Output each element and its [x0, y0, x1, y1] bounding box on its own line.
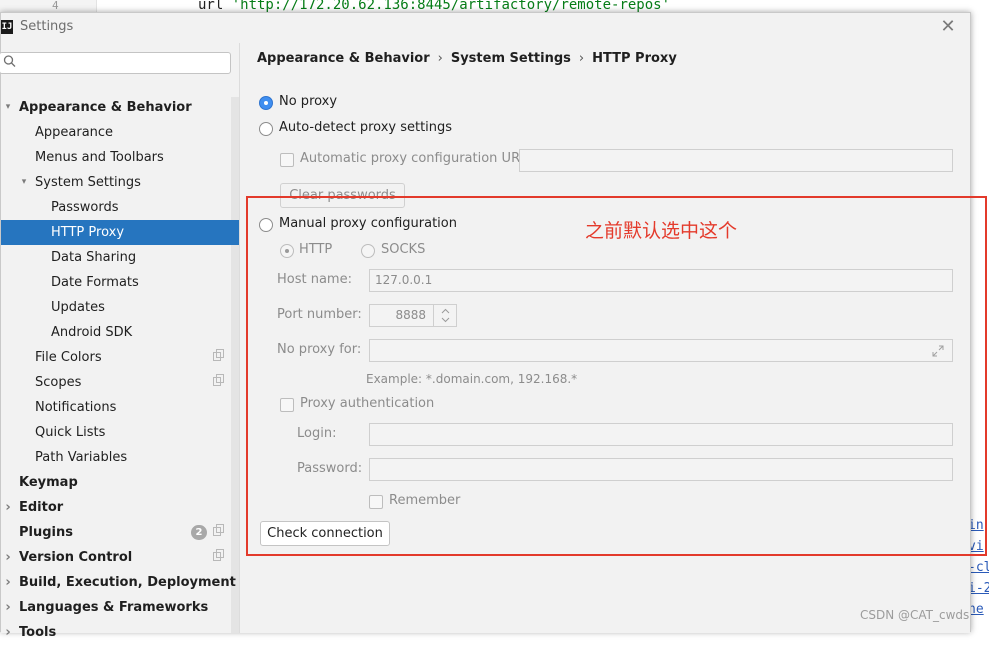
- dialog-title: Settings: [20, 19, 74, 34]
- auto-detect-label[interactable]: Auto-detect proxy settings: [279, 120, 452, 135]
- sidebar-item-menus-and-toolbars[interactable]: Menus and Toolbars: [1, 145, 239, 170]
- sidebar-item-system-settings[interactable]: ▾ System Settings: [1, 170, 239, 195]
- chevron-right-icon[interactable]: ›: [3, 620, 13, 645]
- breadcrumb-item: System Settings: [450, 51, 571, 66]
- sidebar-item-android-sdk[interactable]: Android SDK: [1, 320, 239, 345]
- sidebar-item-label: Appearance: [35, 125, 114, 140]
- sidebar-item-label: Quick Lists: [35, 425, 106, 440]
- sidebar-item-notifications[interactable]: Notifications: [1, 395, 239, 420]
- chevron-right-icon[interactable]: ›: [3, 570, 13, 595]
- sidebar-item-editor[interactable]: › Editor: [1, 495, 239, 520]
- project-level-icon: [213, 524, 224, 536]
- sidebar-item-build-execution-deployment[interactable]: › Build, Execution, Deployment: [1, 570, 239, 595]
- line-number: 4: [52, 0, 59, 12]
- chevron-right-icon[interactable]: ›: [3, 595, 13, 620]
- code-fragment: he: [968, 602, 984, 617]
- sidebar-item-scopes[interactable]: Scopes: [1, 370, 239, 395]
- auto-config-url-label: Automatic proxy configuration URL:: [300, 151, 532, 166]
- dialog-titlebar[interactable]: IJ Settings ✕: [1, 13, 970, 43]
- sidebar-item-plugins[interactable]: Plugins 2: [1, 520, 239, 545]
- sidebar-item-label: Appearance & Behavior: [19, 100, 192, 115]
- chevron-right-icon[interactable]: ›: [3, 545, 13, 570]
- sidebar-item-path-variables[interactable]: Path Variables: [1, 445, 239, 470]
- search-input[interactable]: [0, 52, 231, 74]
- no-proxy-radio[interactable]: [259, 96, 273, 110]
- sidebar-item-label: Languages & Frameworks: [19, 600, 209, 615]
- app-icon: IJ: [1, 20, 13, 34]
- no-proxy-label[interactable]: No proxy: [279, 94, 337, 109]
- breadcrumb-item: HTTP Proxy: [592, 51, 677, 66]
- project-level-icon: [213, 549, 224, 561]
- sidebar-item-keymap[interactable]: Keymap: [1, 470, 239, 495]
- breadcrumb-separator: ›: [437, 51, 443, 66]
- sidebar-item-passwords[interactable]: Passwords: [1, 195, 239, 220]
- sidebar-item-languages-frameworks[interactable]: › Languages & Frameworks: [1, 595, 239, 620]
- chevron-right-icon[interactable]: ›: [3, 495, 13, 520]
- sidebar-item-data-sharing[interactable]: Data Sharing: [1, 245, 239, 270]
- sidebar-item-label: Keymap: [19, 475, 78, 490]
- sidebar-item-tools[interactable]: › Tools: [1, 620, 239, 645]
- sidebar-item-label: Path Variables: [35, 450, 128, 465]
- sidebar-item-version-control[interactable]: › Version Control: [1, 545, 239, 570]
- sidebar-item-label: Updates: [51, 300, 105, 315]
- sidebar-item-appearance-behavior[interactable]: ▾ Appearance & Behavior: [1, 95, 239, 120]
- sidebar-item-label: Android SDK: [51, 325, 133, 340]
- sidebar-item-label: System Settings: [35, 175, 141, 190]
- sidebar-item-label: Notifications: [35, 400, 117, 415]
- sidebar-item-date-formats[interactable]: Date Formats: [1, 270, 239, 295]
- search-icon: [3, 54, 19, 72]
- sidebar-item-label: Editor: [19, 500, 64, 515]
- project-level-icon: [213, 349, 224, 361]
- sidebar-item-updates[interactable]: Updates: [1, 295, 239, 320]
- breadcrumb-separator: ›: [578, 51, 585, 66]
- auto-detect-radio[interactable]: [259, 122, 273, 136]
- sidebar-item-label: Plugins: [19, 525, 73, 540]
- sidebar-item-label: HTTP Proxy: [51, 225, 125, 240]
- sidebar-item-label: Tools: [19, 625, 57, 640]
- watermark: CSDN @CAT_cwds: [860, 608, 970, 622]
- auto-config-url-checkbox[interactable]: [280, 153, 294, 167]
- breadcrumb: Appearance & Behavior › System Settings › HT…: [257, 51, 677, 66]
- sidebar-item-label: Menus and Toolbars: [35, 150, 164, 165]
- sidebar-item-http-proxy[interactable]: HTTP Proxy: [1, 220, 239, 245]
- breadcrumb-item: Appearance & Behavior: [257, 51, 430, 66]
- sidebar-item-appearance[interactable]: Appearance: [1, 120, 239, 145]
- settings-sidebar: ▾ Appearance & Behavior Appearance Menus an…: [0, 43, 240, 640]
- update-count-badge: 2: [191, 525, 207, 540]
- sidebar-item-label: Build, Execution, Deployment: [19, 575, 236, 590]
- sidebar-item-label: File Colors: [35, 350, 102, 365]
- chevron-down-icon[interactable]: ▾: [19, 170, 29, 195]
- code-fragment: -cl: [968, 560, 989, 575]
- project-level-icon: [213, 374, 224, 386]
- close-icon[interactable]: ✕: [937, 16, 959, 38]
- annotation-highlight-box: [246, 196, 987, 556]
- sidebar-item-label: Data Sharing: [51, 250, 137, 265]
- chevron-down-icon[interactable]: ▾: [3, 95, 13, 120]
- sidebar-item-file-colors[interactable]: File Colors: [1, 345, 239, 370]
- sidebar-item-label: Scopes: [35, 375, 82, 390]
- sidebar-item-label: Date Formats: [51, 275, 139, 290]
- code-fragment: i-2: [968, 581, 989, 596]
- sidebar-item-label: Passwords: [51, 200, 119, 215]
- auto-config-url-field[interactable]: [519, 149, 953, 172]
- sidebar-item-quick-lists[interactable]: Quick Lists: [1, 420, 239, 445]
- sidebar-item-label: Version Control: [19, 550, 133, 565]
- annotation-text: 之前默认选中这个: [585, 220, 738, 242]
